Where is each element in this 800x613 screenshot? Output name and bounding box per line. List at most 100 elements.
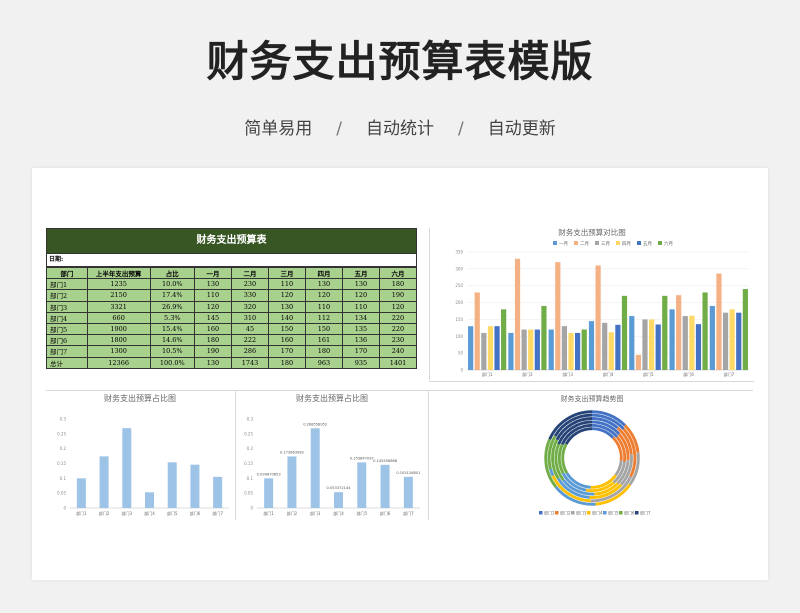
table-cell: 220 <box>378 322 418 336</box>
bar <box>403 476 413 508</box>
table-row: 总计 12366 100.0% 130 1743 180 963 935 1401 <box>46 356 418 369</box>
bar <box>145 492 154 508</box>
table-cell: 130 <box>304 278 343 291</box>
table-cell: 1900 <box>86 322 151 336</box>
bar <box>695 324 702 370</box>
table-cell: 45 <box>230 322 269 336</box>
legend-swatch <box>587 511 591 515</box>
legend-swatch <box>539 511 543 515</box>
table-cell: 150 <box>304 322 343 336</box>
x-tick-label: 部门2 <box>99 510 110 516</box>
feature-line: 简单易用 / 自动统计 / 自动更新 <box>0 114 800 139</box>
bar <box>588 321 595 370</box>
table-cell: 160 <box>267 334 306 347</box>
table-cell: 134 <box>341 311 380 324</box>
table-cell: 总计 <box>46 356 88 369</box>
bar <box>662 295 668 370</box>
table-header-cell: 六月 <box>378 266 418 280</box>
table-header-cell: 二月 <box>230 266 269 280</box>
table-header-cell: 占比 <box>149 266 195 280</box>
y-tick-label: 0.25 <box>244 431 253 436</box>
x-tick-label: 部门7 <box>212 510 223 516</box>
y-tick-label: 0 <box>63 506 66 511</box>
data-label: 0.105126801 <box>396 471 420 475</box>
y-tick-label: 0 <box>460 368 463 373</box>
legend-label: 三月 <box>601 241 610 247</box>
x-tick-label: 部门5 <box>357 510 368 516</box>
bar <box>334 492 343 508</box>
y-tick-label: 300 <box>455 266 463 271</box>
table-cell: 10.5% <box>149 345 195 358</box>
table-cell: 320 <box>230 300 269 313</box>
chart-title: 财务支出预算占比图 <box>104 393 176 403</box>
table-cell: 286 <box>230 345 269 358</box>
x-tick-label: 部门6 <box>190 510 201 516</box>
table-cell: 145 <box>193 311 232 324</box>
table-cell: 17.4% <box>149 289 195 302</box>
y-tick-label: 0.3 <box>60 417 67 422</box>
x-tick-label: 部门1 <box>76 510 87 516</box>
panel-divider <box>429 381 754 382</box>
legend-swatch <box>635 511 639 515</box>
feature-separator: / <box>336 119 342 139</box>
bar <box>561 326 568 370</box>
x-tick-label: 部门7 <box>403 510 414 516</box>
table-row: 部门2 2150 17.4% 110 330 120 120 120 190 <box>46 289 418 302</box>
bar <box>468 326 474 370</box>
table-row: 部门5 1900 15.4% 160 45 150 150 135 220 <box>46 322 418 336</box>
table-header-cell: 一月 <box>193 266 232 280</box>
bar <box>264 478 274 508</box>
bar <box>380 464 390 508</box>
y-tick-label: 0.2 <box>247 446 254 451</box>
table-cell: 12366 <box>86 356 151 369</box>
legend-swatch <box>574 241 578 245</box>
table-cell: 1300 <box>86 345 151 358</box>
table-cell: 26.9% <box>149 300 195 313</box>
table-cell: 部门7 <box>46 345 88 358</box>
table-cell: 部门6 <box>46 334 88 347</box>
legend-swatch <box>603 511 607 515</box>
bar <box>736 312 742 370</box>
y-tick-label: 350 <box>455 250 463 255</box>
table-cell: 2150 <box>86 289 151 302</box>
table-cell: 120 <box>341 289 380 302</box>
x-tick-label: 部门2 <box>522 371 533 377</box>
bar <box>615 324 621 370</box>
table-cell: 963 <box>304 356 343 369</box>
table-cell: 130 <box>193 278 232 291</box>
panel-divider <box>429 228 430 380</box>
table-cell: 15.4% <box>149 322 195 336</box>
data-label: 0.268558952 <box>303 422 327 426</box>
bar <box>568 332 574 370</box>
data-label: 0.173863982 <box>280 450 304 454</box>
feature-easy: 简单易用 <box>244 119 313 139</box>
table-cell: 130 <box>193 356 232 369</box>
legend-swatch <box>595 241 599 245</box>
table-cell: 120 <box>378 300 418 313</box>
table-cell: 120 <box>304 289 343 302</box>
x-tick-label: 部门3 <box>310 510 321 516</box>
legend-label: 六月 <box>664 240 673 247</box>
table-cell: 310 <box>230 311 269 324</box>
bar <box>534 329 540 370</box>
page-title: 财务支出预算表模版 <box>206 37 594 86</box>
date-label: 日期: <box>46 254 417 267</box>
table-row: 部门7 1300 10.5% 190 286 170 180 170 240 <box>46 345 418 358</box>
bar <box>541 305 547 370</box>
table-cell: 170 <box>341 345 380 358</box>
table-cell: 110 <box>193 289 232 302</box>
bar <box>213 476 223 508</box>
ratio-chart: 财务支出预算占比图 0 0.05 0.1 0.15 0.2 0.25 0.3 部门1 部门2 部门3… <box>57 393 229 516</box>
chart-title: 财务支出预算对比图 <box>558 227 626 237</box>
table-cell: 部门3 <box>46 300 88 313</box>
legend-swatch <box>553 241 557 245</box>
comparison-chart: 财务支出预算对比图一月 二月 三月 四月 五月 六月 0 50 100 150 200 250 300 3… <box>455 227 749 377</box>
bar <box>581 329 587 370</box>
table-cell: 180 <box>193 334 232 347</box>
bar <box>575 332 581 370</box>
bar <box>716 273 722 370</box>
doughnut-slice <box>561 443 569 474</box>
bar <box>689 315 695 370</box>
y-tick-label: 150 <box>455 317 463 322</box>
table-header-cell: 五月 <box>341 266 380 280</box>
